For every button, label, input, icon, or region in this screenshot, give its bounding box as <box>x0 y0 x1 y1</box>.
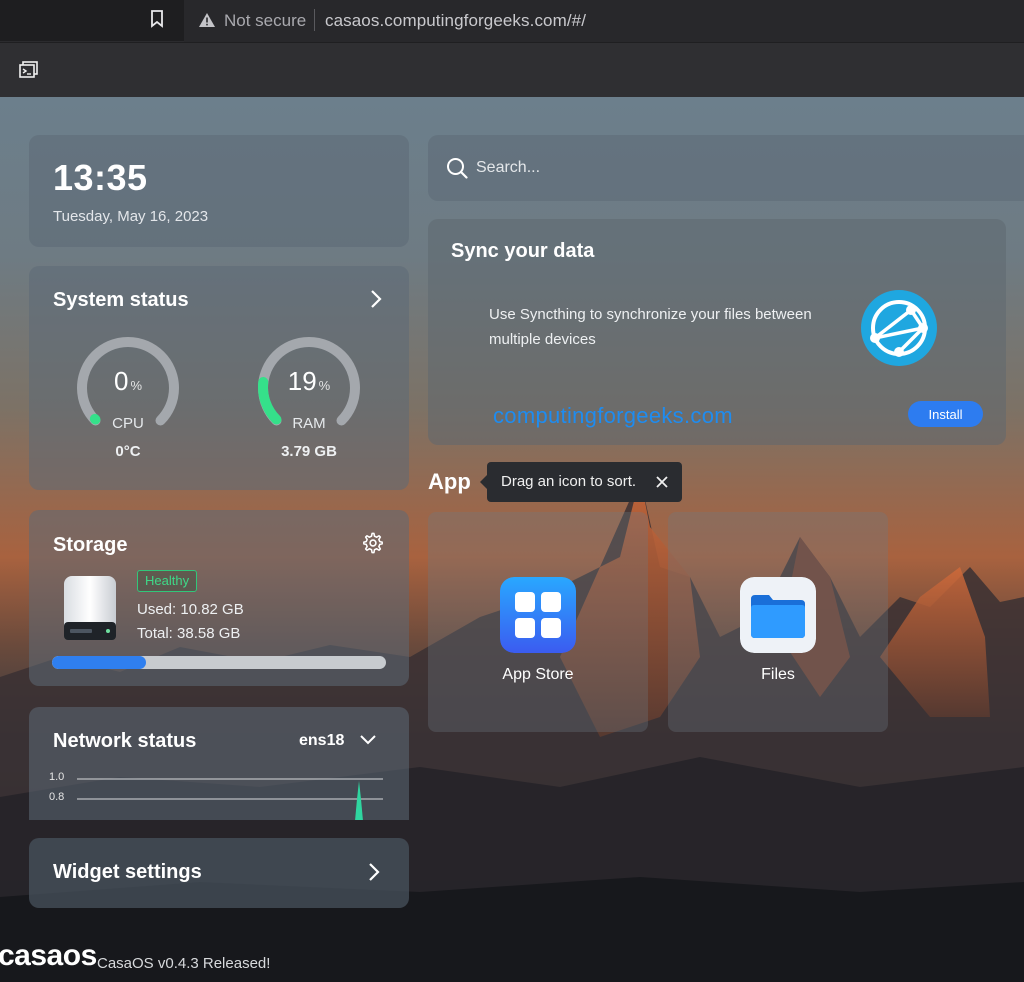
network-status-title: Network status <box>53 730 197 752</box>
browser-address-bar: Not secure casaos.computingforgeeks.com/… <box>0 0 1024 42</box>
clock-date: Tuesday, May 16, 2023 <box>53 208 209 225</box>
url-text[interactable]: casaos.computingforgeeks.com/#/ <box>325 11 586 31</box>
storage-widget: Storage Healthy Used: 10.82 GB Total: 38… <box>29 510 409 686</box>
app-store-icon <box>500 577 576 653</box>
sync-promo-card: Sync your data Use Syncthing to synchron… <box>428 219 1006 445</box>
bookmark-icon[interactable] <box>150 10 164 28</box>
cpu-label: CPU <box>112 415 144 432</box>
clock-widget: 13:35 Tuesday, May 16, 2023 <box>29 135 409 247</box>
storage-usage-bar <box>52 656 386 669</box>
dashboard-wallpaper: 13:35 Tuesday, May 16, 2023 System statu… <box>0 97 1024 982</box>
system-status-title: System status <box>53 289 189 311</box>
release-notice[interactable]: CasaOS v0.4.3 Released! <box>97 955 270 972</box>
chevron-down-icon[interactable] <box>359 734 377 746</box>
chevron-right-icon <box>369 863 380 881</box>
network-chart <box>77 778 383 820</box>
url-field[interactable]: Not secure casaos.computingforgeeks.com/… <box>184 0 1024 42</box>
ram-label: RAM <box>292 415 326 432</box>
storage-total: Total: 38.58 GB <box>137 625 241 642</box>
widget-settings-button[interactable]: Widget settings <box>29 838 409 908</box>
sort-tooltip: Drag an icon to sort. <box>480 462 682 502</box>
install-button[interactable]: Install <box>908 401 983 427</box>
network-y-tick: 1.0 <box>49 771 65 783</box>
terminal-icon[interactable] <box>19 61 39 79</box>
search-bar <box>428 135 1024 201</box>
storage-title: Storage <box>53 534 128 556</box>
cpu-temperature: 0°C <box>115 443 141 460</box>
search-input[interactable] <box>476 153 976 183</box>
address-divider <box>314 9 315 31</box>
watermark-text: computingforgeeks.com <box>493 403 733 428</box>
system-status-widget: System status 0% CPU 0°C 19% RAM 3.79 GB <box>29 266 409 490</box>
hard-disk-icon <box>64 576 116 640</box>
sort-tooltip-text: Drag an icon to sort. <box>501 473 637 490</box>
app-section-title: App <box>428 469 471 494</box>
warning-icon <box>199 13 215 27</box>
search-icon <box>447 158 468 179</box>
security-status: Not secure <box>224 11 307 30</box>
sync-title: Sync your data <box>451 240 595 262</box>
app-tile-app-store[interactable]: App Store <box>428 512 648 732</box>
close-icon[interactable] <box>655 475 669 489</box>
casaos-logo: casaos <box>0 939 97 972</box>
clock-time: 13:35 <box>53 157 148 198</box>
app-label: Files <box>761 666 795 683</box>
cpu-percent: 0% <box>113 366 143 396</box>
healthy-badge: Healthy <box>137 570 198 592</box>
storage-used: Used: 10.82 GB <box>137 601 244 618</box>
app-tile-files[interactable]: Files <box>668 512 888 732</box>
network-status-widget: Network status ens18 1.0 0.8 <box>29 707 409 820</box>
chevron-right-icon[interactable] <box>369 289 383 309</box>
ram-used: 3.79 GB <box>281 443 337 460</box>
network-y-tick: 0.8 <box>49 791 65 803</box>
widget-settings-label: Widget settings <box>53 861 202 883</box>
app-toolbar <box>0 43 1024 97</box>
files-folder-icon <box>740 577 816 653</box>
storage-usage-fill <box>52 656 146 669</box>
network-interface-select[interactable]: ens18 <box>299 732 344 750</box>
app-label: App Store <box>502 666 574 683</box>
gear-icon[interactable] <box>362 532 384 554</box>
sync-description: Use Syncthing to synchronize your files … <box>489 306 812 348</box>
ram-percent: 19% <box>287 366 331 396</box>
syncthing-logo-icon <box>861 290 937 366</box>
